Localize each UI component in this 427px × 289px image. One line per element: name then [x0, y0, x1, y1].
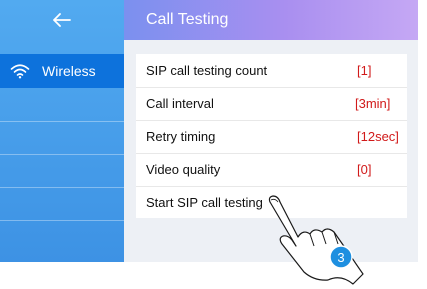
setting-label: Video quality: [146, 162, 221, 177]
sidebar-divider: [0, 154, 124, 155]
page-title: Call Testing: [146, 11, 229, 28]
setting-label: Retry timing: [146, 129, 216, 144]
setting-label: SIP call testing count: [146, 63, 268, 78]
setting-row-retry-timing[interactable]: Retry timing [12sec]: [136, 120, 407, 154]
setting-row-call-interval[interactable]: Call interval [3min]: [136, 87, 407, 121]
setting-value: [1]: [357, 63, 372, 78]
sidebar: Wireless: [0, 0, 124, 262]
pointing-hand-icon: 3: [268, 195, 364, 285]
sidebar-divider: [0, 121, 124, 122]
setting-label: Call interval: [146, 96, 214, 111]
left-arrow-icon: [53, 13, 71, 27]
sidebar-item-label: Wireless: [42, 63, 96, 79]
back-button[interactable]: [0, 0, 124, 40]
sidebar-item-wireless[interactable]: Wireless: [0, 54, 124, 88]
setting-label: Start SIP call testing: [146, 195, 263, 210]
page-header: Call Testing: [124, 0, 418, 40]
setting-value: [12sec]: [357, 129, 399, 144]
step-badge: 3: [329, 245, 353, 269]
step-number: 3: [337, 250, 344, 265]
sidebar-divider: [0, 187, 124, 188]
sidebar-divider: [0, 220, 124, 221]
setting-value: [3min]: [355, 96, 391, 111]
setting-row-sip-call-testing-count[interactable]: SIP call testing count [1]: [136, 54, 407, 88]
setting-row-video-quality[interactable]: Video quality [0]: [136, 153, 407, 187]
setting-value: [0]: [357, 162, 372, 177]
wifi-icon: [10, 64, 30, 79]
